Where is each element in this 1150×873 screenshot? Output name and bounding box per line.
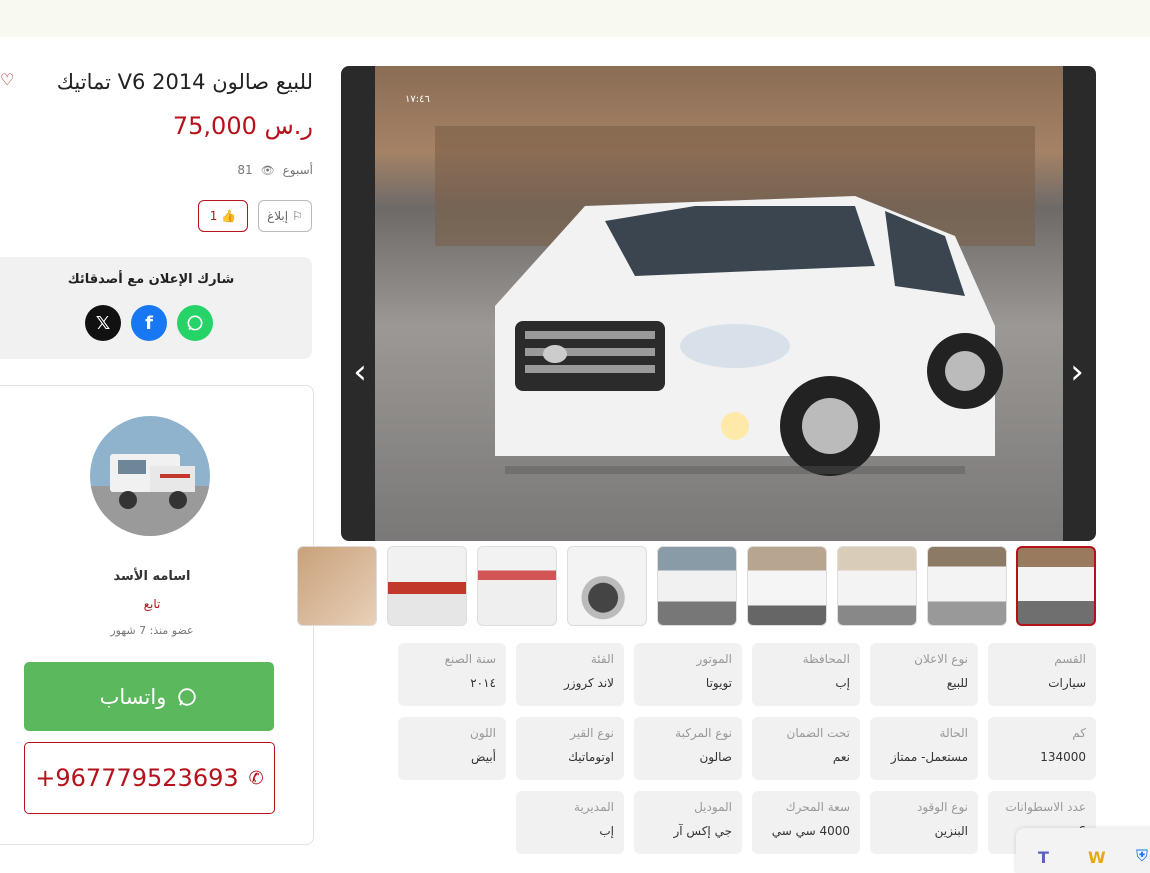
- spec-item: نوع المركبة صالون: [634, 717, 742, 780]
- spec-value: تويوتا: [705, 676, 732, 690]
- spec-item: الحالة مستعمل- ممتاز: [870, 717, 978, 780]
- spec-key: المديرية: [574, 800, 614, 814]
- x-share-button[interactable]: 𝕏: [85, 305, 121, 341]
- spec-key: تحت الضمان: [786, 726, 851, 740]
- thumbnail[interactable]: [567, 546, 647, 626]
- member-since: عضو منذ: 7 شهور: [110, 624, 194, 637]
- whatsapp-icon: [178, 687, 197, 706]
- spec-value: البنزين: [934, 824, 968, 838]
- spec-item: نوع الوقود البنزين: [870, 791, 978, 854]
- seller-name[interactable]: اسامه الأسد: [0, 569, 313, 584]
- thumbnail[interactable]: [747, 546, 827, 626]
- spec-item: المديرية إب: [516, 791, 624, 854]
- eye-icon: 👁: [260, 163, 275, 177]
- spec-key: اللون: [470, 726, 496, 740]
- listing-title: للبيع صالون 2014 V6 تماتيك: [56, 70, 313, 94]
- spec-item: سنة الصنع ٢٠١٤: [398, 643, 506, 706]
- w-app-icon[interactable]: W: [1088, 848, 1106, 867]
- spec-key: المحافظة: [802, 652, 850, 666]
- spec-value: مستعمل- ممتاز: [890, 750, 968, 764]
- spec-value: إب: [599, 824, 614, 838]
- spec-value: جي إكس آر: [673, 824, 732, 838]
- main-photo[interactable]: ١٧:٤٦ ‹ ›: [341, 66, 1096, 541]
- spec-value: 4000 سي سي: [771, 824, 850, 838]
- thumbs-up-icon: 👍: [221, 209, 237, 223]
- flag-icon: ⚐: [292, 209, 303, 223]
- thumbnail[interactable]: [387, 546, 467, 626]
- spec-value: لاند كروزر: [563, 676, 614, 690]
- thumbnail-active[interactable]: [1016, 546, 1096, 626]
- spec-key: كم: [1072, 726, 1086, 740]
- like-button[interactable]: 1 👍: [198, 200, 248, 232]
- chevron-left-icon: ‹: [353, 352, 367, 392]
- spec-key: القسم: [1054, 652, 1086, 666]
- listing-meta: 81 👁 أسبوع: [237, 163, 313, 177]
- spec-value: نعم: [832, 750, 850, 764]
- facebook-icon: f: [145, 312, 153, 334]
- listing-price: 75,000 ر.س: [172, 112, 313, 140]
- spec-item: سعة المحرك 4000 سي سي: [752, 791, 860, 854]
- facebook-share-button[interactable]: f: [131, 305, 167, 341]
- avatar[interactable]: [90, 416, 210, 536]
- spec-item: الموتور تويوتا: [634, 643, 742, 706]
- share-title: شارك الإعلان مع أصدقائك: [67, 272, 235, 287]
- spec-item: الفئة لاند كروزر: [516, 643, 624, 706]
- spec-key: سنة الصنع: [444, 652, 496, 666]
- thumbnail[interactable]: [297, 546, 377, 626]
- thumbnail[interactable]: [477, 546, 557, 626]
- favorite-icon-partial[interactable]: ♡: [0, 70, 14, 90]
- teams-icon[interactable]: T: [1038, 848, 1049, 867]
- spec-value: صالون: [699, 750, 732, 764]
- spec-item: الموديل جي إكس آر: [634, 791, 742, 854]
- spec-value: للبيع: [946, 676, 968, 690]
- car-image: [435, 126, 1035, 476]
- x-icon: 𝕏: [95, 312, 111, 334]
- spec-key: نوع الاعلان: [914, 652, 968, 666]
- chevron-right-icon: ›: [1070, 352, 1084, 392]
- top-bar: [0, 0, 1150, 37]
- seller-card: اسامه الأسد تابع عضو منذ: 7 شهور واتساب …: [0, 385, 314, 845]
- spec-item: نوع القير اوتوماتيك: [516, 717, 624, 780]
- whatsapp-share-button[interactable]: [177, 305, 213, 341]
- thumbnail[interactable]: [927, 546, 1007, 626]
- spec-item: اللون أبيض: [398, 717, 506, 780]
- next-photo-button[interactable]: ›: [1062, 354, 1092, 390]
- spec-key: نوع القير: [570, 726, 614, 740]
- follow-button[interactable]: تابع: [0, 597, 313, 611]
- spec-value: أبيض: [471, 750, 496, 764]
- spec-key: سعة المحرك: [785, 800, 850, 814]
- share-box: شارك الإعلان مع أصدقائك 𝕏 f: [0, 257, 312, 359]
- shield-icon[interactable]: ⛨: [1136, 846, 1148, 866]
- spec-value: سيارات: [1048, 676, 1086, 690]
- report-button[interactable]: إبلاغ ⚐: [258, 200, 312, 232]
- spec-key: نوع الوقود: [917, 800, 968, 814]
- thumbnail[interactable]: [657, 546, 737, 626]
- spec-value: إب: [835, 676, 850, 690]
- spec-item: المحافظة إب: [752, 643, 860, 706]
- spec-item: نوع الاعلان للبيع: [870, 643, 978, 706]
- photo-timestamp: ١٧:٤٦: [405, 94, 430, 105]
- spec-value: 134000: [1040, 750, 1086, 764]
- thumbnail[interactable]: [837, 546, 917, 626]
- spec-item: كم 134000: [988, 717, 1096, 780]
- whatsapp-icon: [187, 315, 203, 331]
- view-count: 81: [237, 163, 253, 177]
- spec-key: الحالة: [939, 726, 968, 740]
- spec-item: تحت الضمان نعم: [752, 717, 860, 780]
- phone-icon: ✆: [248, 767, 264, 789]
- spec-key: الموتور: [696, 652, 732, 666]
- spec-value: ٢٠١٤: [470, 676, 496, 690]
- spec-key: الفئة: [590, 652, 614, 666]
- spec-key: نوع المركبة: [675, 726, 732, 740]
- system-tray: T W ⛨: [1016, 828, 1150, 873]
- spec-value: اوتوماتيك: [568, 750, 614, 764]
- spec-item: القسم سيارات: [988, 643, 1096, 706]
- phone-contact-button[interactable]: +967779523693 ✆: [24, 742, 275, 814]
- spec-key: الموديل: [694, 800, 732, 814]
- whatsapp-contact-button[interactable]: واتساب: [24, 662, 274, 731]
- spec-key: عدد الاسطوانات: [1005, 800, 1086, 814]
- posted-time: أسبوع: [282, 163, 313, 177]
- prev-photo-button[interactable]: ‹: [345, 354, 375, 390]
- thumbnail-strip: [297, 546, 1096, 626]
